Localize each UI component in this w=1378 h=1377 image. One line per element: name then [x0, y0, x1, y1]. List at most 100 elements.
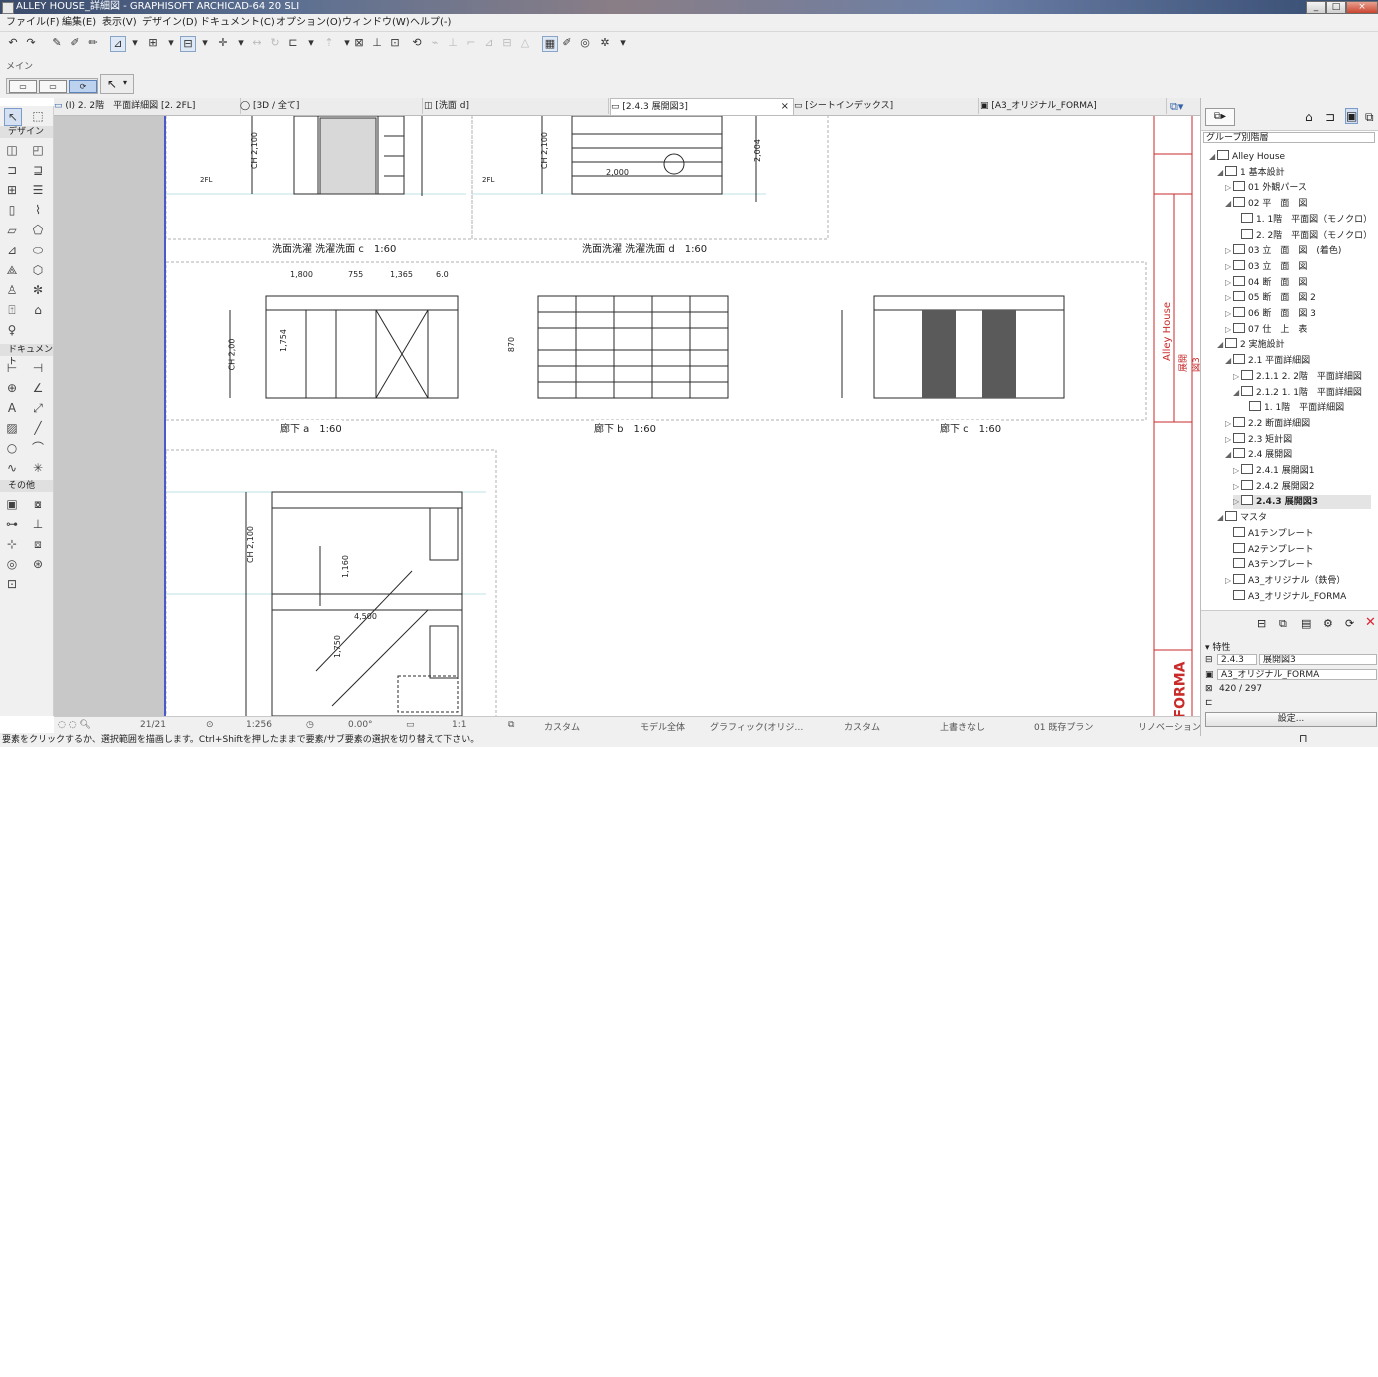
- inject-icon[interactable]: ✐: [68, 36, 82, 50]
- graphic-override-field[interactable]: グラフィック(オリジ…: [710, 720, 803, 733]
- 3d-view-icon[interactable]: ⟳: [69, 80, 97, 93]
- light-tool-icon[interactable]: ♀: [4, 322, 20, 338]
- circle-tool-icon[interactable]: ○: [4, 440, 20, 456]
- fill-tool-icon[interactable]: ▨: [4, 420, 20, 436]
- dropdown-arrow-icon[interactable]: ▾: [234, 36, 248, 50]
- navigator-item[interactable]: ▷ 03 立 面 図 (着色): [1225, 244, 1341, 258]
- opening-tool-icon[interactable]: ⌂: [30, 302, 46, 318]
- override-field[interactable]: 上書きなし: [940, 720, 985, 733]
- beam-tool-icon[interactable]: ⊞: [4, 182, 20, 198]
- navigator-item[interactable]: A1テンプレート: [1225, 526, 1314, 541]
- model-view-field[interactable]: モデル全体: [640, 720, 685, 733]
- zone-tool-icon[interactable]: ⬡: [30, 262, 46, 278]
- railing-tool-icon[interactable]: ☰: [30, 182, 46, 198]
- navigator-item[interactable]: ▷ 2.1.1 2. 2階 平面詳細図: [1233, 369, 1362, 384]
- expand-arrow-icon[interactable]: ▷: [1225, 307, 1233, 321]
- navigator-item[interactable]: ◢ 02 平 面 図: [1225, 197, 1307, 211]
- section-tool-icon[interactable]: ⊶: [4, 516, 20, 532]
- expand-arrow-icon[interactable]: ▷: [1233, 495, 1241, 509]
- text-tool-icon[interactable]: A: [4, 400, 20, 416]
- curtain-wall-icon[interactable]: ⊿: [4, 242, 20, 258]
- navigator-item[interactable]: ▷ 2.4.2 展開図2: [1233, 479, 1315, 494]
- ratio-icon[interactable]: ▭: [406, 720, 415, 730]
- grid-tool-icon[interactable]: ⊡: [4, 576, 20, 592]
- drag-icon[interactable]: ↔: [250, 36, 264, 50]
- delete-icon[interactable]: ✕: [1365, 615, 1376, 630]
- arrow-tool-icon[interactable]: ↖: [4, 108, 22, 126]
- brush-icon[interactable]: ✐: [560, 36, 574, 50]
- tab-elevation[interactable]: ◫ [洗面 d]: [424, 98, 609, 114]
- pick-up-icon[interactable]: ✎: [50, 36, 64, 50]
- tab-3d[interactable]: ◯ [3D / 全て]: [240, 98, 423, 114]
- expand-arrow-icon[interactable]: ▷: [1225, 276, 1233, 290]
- adjust-icon[interactable]: ⊟: [500, 36, 514, 50]
- pen-set-field[interactable]: カスタム: [844, 720, 880, 733]
- navigator-item[interactable]: A3_オリジナル_FORMA: [1225, 589, 1346, 604]
- navigator-item[interactable]: ◢ 1 基本設計: [1217, 165, 1285, 180]
- ratio-field[interactable]: 1:1: [452, 720, 466, 730]
- redo-icon[interactable]: ↷: [24, 36, 38, 50]
- expand-arrow-icon[interactable]: ◢: [1225, 197, 1233, 211]
- figure-tool-icon[interactable]: ▣: [4, 496, 20, 512]
- navigator-item[interactable]: ◢ マスタ: [1217, 511, 1267, 525]
- stair-tool-icon[interactable]: ⊒: [30, 162, 46, 178]
- navigator-item[interactable]: 1. 1階 平面図（モノクロ）: [1233, 212, 1371, 227]
- morph-tool-icon[interactable]: ⬭: [30, 242, 46, 258]
- gravity-icon[interactable]: ⊟: [180, 36, 196, 52]
- radial-dimension-icon[interactable]: ⊕: [4, 380, 20, 396]
- menu-edit[interactable]: 編集(E): [62, 16, 96, 29]
- label-tool-icon[interactable]: ⤢: [30, 400, 46, 416]
- navigator-item[interactable]: ▷ 2.2 断面詳細図: [1225, 416, 1310, 431]
- dropdown-arrow-icon[interactable]: ▾: [128, 36, 142, 50]
- cursor-snap-icon[interactable]: ✛: [216, 36, 230, 50]
- settings-gear-icon[interactable]: ✲: [598, 36, 612, 50]
- change-tool-icon[interactable]: ⊛: [30, 556, 46, 572]
- view-switcher[interactable]: ▭ ▭ ⟳: [6, 78, 98, 94]
- expand-arrow-icon[interactable]: ◢: [1209, 150, 1217, 164]
- undo-icon[interactable]: ↶: [6, 36, 20, 50]
- grid-snap-icon[interactable]: ⊞: [146, 36, 160, 50]
- group-icon[interactable]: ⊡: [388, 36, 402, 50]
- mesh-tool-icon[interactable]: ✼: [30, 282, 46, 298]
- settings-button[interactable]: 設定...: [1205, 712, 1377, 727]
- fillet-icon[interactable]: ⌐: [464, 36, 478, 50]
- detail-tool-icon[interactable]: ◎: [4, 556, 20, 572]
- interior-elevation-icon[interactable]: ⊹: [4, 536, 20, 552]
- layout-book-icon[interactable]: ▣: [1345, 108, 1359, 124]
- split-icon[interactable]: ⊿: [482, 36, 496, 50]
- worksheet-tool-icon[interactable]: ⧈: [30, 536, 46, 552]
- dropdown-arrow-icon[interactable]: ▾: [304, 36, 318, 50]
- align-icon[interactable]: ⊠: [352, 36, 366, 50]
- navigator-item[interactable]: ▷ 01 外観パース: [1225, 181, 1307, 195]
- navigator-item[interactable]: ◢ 2.1.2 1. 1階 平面詳細図: [1233, 385, 1362, 400]
- renovation-field[interactable]: リノベーション: [1138, 720, 1201, 733]
- zoom-icon[interactable]: ⊙: [206, 720, 214, 730]
- layer-combination-field[interactable]: カスタム: [544, 720, 580, 733]
- scale-field[interactable]: 1:256: [246, 720, 272, 730]
- rotate-icon[interactable]: ↻: [268, 36, 282, 50]
- new-master-icon[interactable]: ▤: [1301, 617, 1311, 630]
- slab-tool-icon[interactable]: ▱: [4, 222, 20, 238]
- minimize-button[interactable]: _: [1306, 1, 1326, 14]
- menu-window[interactable]: ウィンドウ(W): [342, 16, 410, 29]
- dropdown-arrow-icon[interactable]: ▾: [164, 36, 178, 50]
- expand-arrow-icon[interactable]: ▷: [1225, 181, 1233, 195]
- navigator-item[interactable]: ▷ A3_オリジナル（鉄骨）: [1225, 573, 1345, 588]
- arc-tool-icon[interactable]: ⌒: [30, 440, 46, 456]
- navigator-item[interactable]: ◢ 2.1 平面詳細図: [1225, 354, 1310, 368]
- layout-canvas[interactable]: 洗面洗濯 洗濯洗面 c 1:60 洗面洗濯 洗濯洗面 d 1:60 廊下 a 1…: [164, 116, 1202, 716]
- window-tool-icon[interactable]: ⊐: [4, 162, 20, 178]
- intersect-icon[interactable]: ⊥: [446, 36, 460, 50]
- section-icon[interactable]: ▭: [39, 80, 67, 93]
- new-layout-icon[interactable]: ⊟: [1257, 617, 1266, 630]
- navigator-item[interactable]: A3テンプレート: [1225, 558, 1314, 572]
- rotation-icon[interactable]: ◷: [306, 720, 314, 730]
- door-tool-icon[interactable]: ◰: [30, 142, 46, 158]
- panel-dock-icon[interactable]: ⊓: [1299, 732, 1308, 745]
- offset-icon[interactable]: ⟲: [410, 36, 424, 50]
- plan-field[interactable]: 01 既存プラン: [1034, 720, 1093, 733]
- menu-file[interactable]: ファイル(F): [6, 16, 60, 29]
- elevate-icon[interactable]: ⇡: [322, 36, 336, 50]
- pointer-icon[interactable]: ↖: [107, 77, 117, 91]
- navigator-item[interactable]: 1. 1階 平面詳細図: [1241, 401, 1344, 415]
